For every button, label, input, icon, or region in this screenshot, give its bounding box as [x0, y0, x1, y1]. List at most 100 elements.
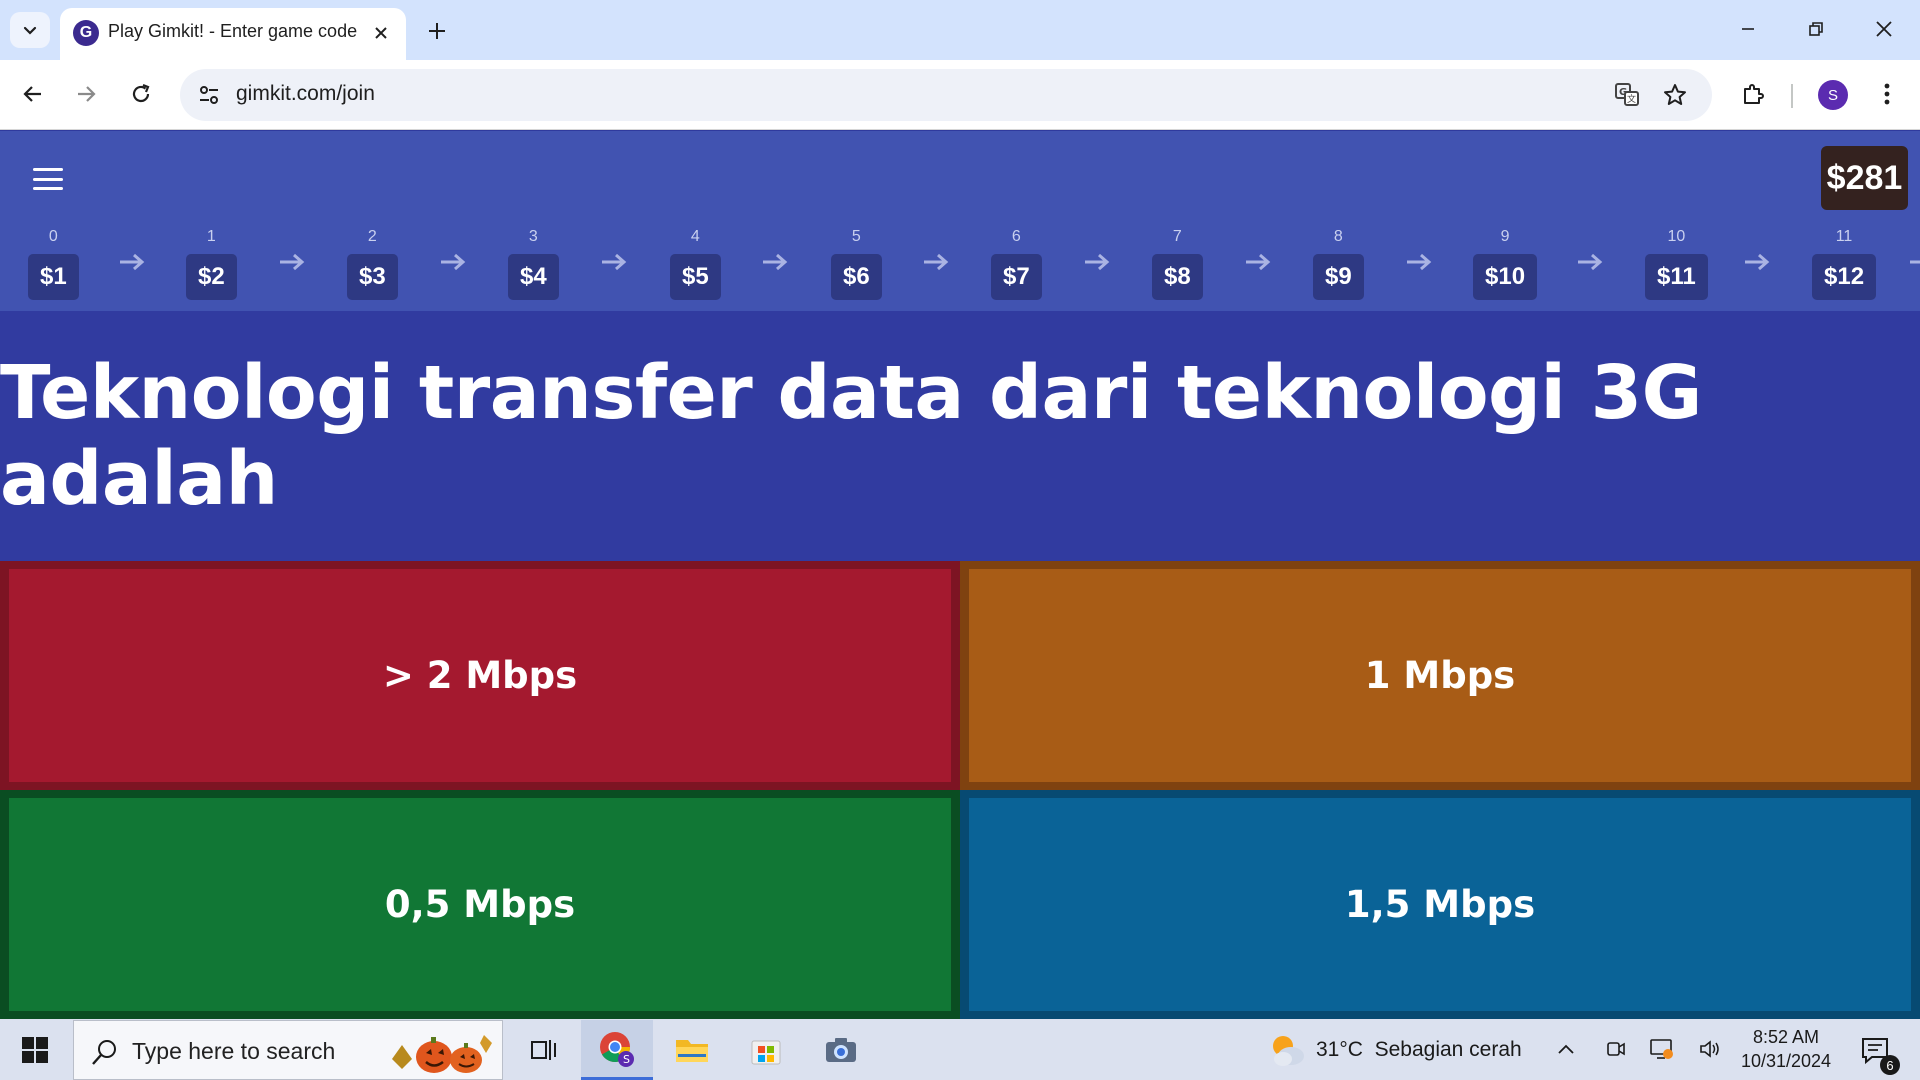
weather-description: Sebagian cerah	[1374, 1038, 1522, 1061]
taskbar-clock[interactable]: 8:52 AM 10/31/2024	[1735, 1025, 1837, 1073]
task-view-button[interactable]	[508, 1020, 580, 1080]
answer-option-4[interactable]: 1,5 Mbps	[960, 790, 1920, 1019]
step-value: $2	[186, 254, 237, 300]
ladder-step: 6 $7	[991, 226, 1042, 300]
new-tab-button[interactable]	[420, 14, 454, 48]
tab-search-button[interactable]	[10, 12, 50, 48]
step-value: $6	[831, 254, 882, 300]
close-window-button[interactable]	[1856, 8, 1912, 50]
arrow-right-icon	[1910, 260, 1920, 264]
browser-toolbar: gimkit.com/join G文 S	[0, 60, 1920, 130]
profile-avatar[interactable]: S	[1818, 80, 1848, 110]
step-index: 1	[206, 228, 216, 245]
arrow-right-icon	[1578, 253, 1603, 271]
store-icon	[751, 1040, 781, 1065]
restore-button[interactable]	[1788, 8, 1844, 50]
ladder-step: 11 $12	[1812, 226, 1877, 300]
clock-date: 10/31/2024	[1740, 1051, 1832, 1071]
arrow-right-icon	[924, 253, 949, 271]
browser-tab[interactable]: G Play Gimkit! - Enter game code	[60, 8, 406, 60]
windows-start-icon[interactable]	[14, 1033, 56, 1067]
step-index: 8	[1333, 228, 1343, 245]
step-value: $12	[1812, 254, 1877, 300]
search-placeholder: Type here to search	[132, 1038, 336, 1064]
answer-card[interactable]: > 2 Mbps	[9, 569, 951, 782]
ladder-step: 3 $4	[508, 226, 559, 300]
ladder-step: 5 $6	[831, 226, 882, 300]
tune-icon	[200, 86, 218, 104]
network-button[interactable]	[1649, 1036, 1675, 1062]
toolbar-divider	[1791, 84, 1793, 108]
step-index: 6	[1011, 228, 1021, 245]
volume-button[interactable]	[1697, 1036, 1723, 1062]
question-area: Teknologi transfer data dari teknologi 3…	[0, 311, 1920, 561]
answer-option-1[interactable]: > 2 Mbps	[0, 561, 960, 790]
halloween-pumpkin-icon	[392, 1035, 492, 1073]
chrome-taskbar-button[interactable]: S	[581, 1020, 653, 1080]
step-index: 10	[1667, 228, 1686, 245]
puzzle-icon	[1744, 84, 1764, 104]
step-index: 2	[367, 228, 377, 245]
close-icon	[1876, 21, 1892, 37]
extensions-button[interactable]	[1732, 73, 1774, 115]
chevron-up-icon	[1558, 1044, 1574, 1054]
step-value: $1	[28, 254, 79, 300]
answer-option-3[interactable]: 0,5 Mbps	[0, 790, 960, 1019]
answer-card[interactable]: 1 Mbps	[969, 569, 1911, 782]
step-value: $5	[670, 254, 721, 300]
show-hidden-icons-button[interactable]	[1553, 1036, 1579, 1062]
step-value: $10	[1473, 254, 1538, 300]
volume-icon	[1700, 1040, 1719, 1058]
answer-card[interactable]: 1,5 Mbps	[969, 798, 1911, 1011]
chevron-down-icon	[23, 26, 37, 35]
back-button[interactable]	[12, 73, 54, 115]
taskbar-search[interactable]: Type here to search	[73, 1020, 503, 1080]
arrow-right-icon	[280, 253, 305, 271]
step-value: $11	[1645, 254, 1708, 300]
menu-button[interactable]	[1866, 73, 1908, 115]
tab-strip: G Play Gimkit! - Enter game code	[0, 0, 1920, 60]
ladder-step: 9 $10	[1473, 226, 1538, 300]
site-info-button[interactable]	[192, 78, 226, 112]
address-bar[interactable]: gimkit.com/join G文	[180, 69, 1712, 121]
arrow-right-icon	[602, 253, 627, 271]
meet-now-icon	[1607, 1042, 1625, 1056]
answer-option-2[interactable]: 1 Mbps	[960, 561, 1920, 790]
forward-button[interactable]	[65, 73, 107, 115]
tab-close-button[interactable]	[368, 20, 394, 46]
url-text[interactable]: gimkit.com/join	[236, 82, 375, 106]
clock-time: 8:52 AM	[1752, 1027, 1820, 1047]
reload-icon	[132, 83, 150, 103]
restore-icon	[1809, 22, 1823, 36]
arrow-right-icon	[1407, 253, 1432, 271]
step-index: 7	[1172, 228, 1182, 245]
minimize-icon	[1742, 28, 1754, 30]
minimize-button[interactable]	[1720, 8, 1776, 50]
answer-label: 0,5 Mbps	[384, 883, 576, 926]
weather-text: 31°C Sebagian cerah	[1316, 1038, 1522, 1062]
arrow-right-icon	[78, 86, 96, 102]
step-index: 4	[690, 228, 700, 245]
ladder-step: 8 $9	[1313, 226, 1364, 300]
answer-card[interactable]: 0,5 Mbps	[9, 798, 951, 1011]
arrow-right-icon	[1246, 253, 1271, 271]
meet-now-button[interactable]	[1603, 1036, 1629, 1062]
svg-text:文: 文	[1627, 93, 1636, 105]
star-icon	[1664, 84, 1686, 105]
bookmark-button[interactable]	[1658, 78, 1692, 112]
hamburger-menu-icon[interactable]	[30, 163, 66, 195]
step-value: $8	[1152, 254, 1203, 300]
file-explorer-button[interactable]	[656, 1020, 728, 1080]
taskbar: Type here to search S 31°C Sebagian cera…	[0, 1019, 1920, 1080]
close-icon	[375, 27, 387, 39]
reload-button[interactable]	[120, 73, 162, 115]
search-icon	[92, 1040, 116, 1065]
ladder-step: 7 $8	[1152, 226, 1203, 300]
microsoft-store-button[interactable]	[730, 1020, 802, 1080]
step-value: $9	[1313, 254, 1364, 300]
step-index: 9	[1500, 228, 1510, 245]
camera-button[interactable]	[805, 1020, 877, 1080]
translate-button[interactable]: G文	[1610, 78, 1644, 112]
chrome-icon: S	[600, 1031, 634, 1067]
step-value: $7	[991, 254, 1042, 300]
